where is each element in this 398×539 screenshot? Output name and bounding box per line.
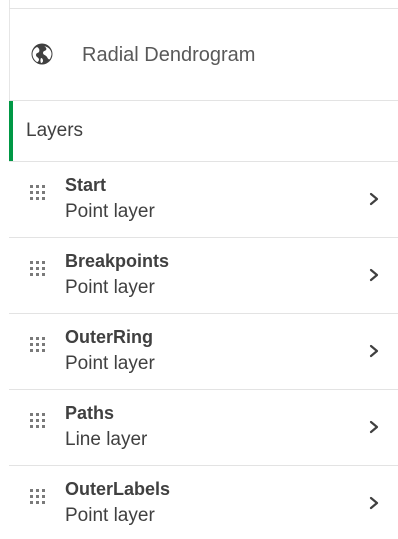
layer-name: Paths	[65, 403, 115, 423]
layer-name: OuterLabels	[65, 479, 171, 499]
chevron-right-icon[interactable]	[367, 266, 381, 284]
layer-type: Point layer	[65, 201, 155, 222]
layer-item-start[interactable]: Start Point layer	[9, 162, 398, 238]
layer-name: Breakpoints	[65, 251, 170, 271]
layer-type: Point layer	[65, 353, 155, 374]
drag-handle-icon[interactable]	[30, 489, 46, 513]
layer-type: Point layer	[65, 505, 155, 526]
drag-handle-icon[interactable]	[30, 337, 46, 361]
section-active-indicator	[9, 101, 13, 161]
layer-item-paths[interactable]: Paths Line layer	[9, 390, 398, 466]
chevron-right-icon[interactable]	[367, 190, 381, 208]
visualization-title: Radial Dendrogram	[82, 44, 256, 66]
layer-item-outerring[interactable]: OuterRing Point layer	[9, 314, 398, 390]
drag-handle-icon[interactable]	[30, 261, 46, 285]
layer-type: Point layer	[65, 277, 155, 298]
layer-name: Start	[65, 175, 107, 195]
chevron-right-icon[interactable]	[367, 494, 381, 512]
chevron-right-icon[interactable]	[367, 342, 381, 360]
section-label: Layers	[26, 120, 84, 141]
panel-header: Radial Dendrogram	[9, 9, 398, 101]
drag-handle-icon[interactable]	[30, 413, 46, 437]
globe-icon	[31, 43, 53, 65]
layer-item-outerlabels[interactable]: OuterLabels Point layer	[9, 466, 398, 539]
layer-name: OuterRing	[65, 327, 153, 347]
layers-section-header[interactable]: Layers	[9, 101, 398, 162]
layer-item-breakpoints[interactable]: Breakpoints Point layer	[9, 238, 398, 314]
chevron-right-icon[interactable]	[367, 418, 381, 436]
drag-handle-icon[interactable]	[30, 185, 46, 209]
layer-type: Line layer	[65, 429, 148, 450]
